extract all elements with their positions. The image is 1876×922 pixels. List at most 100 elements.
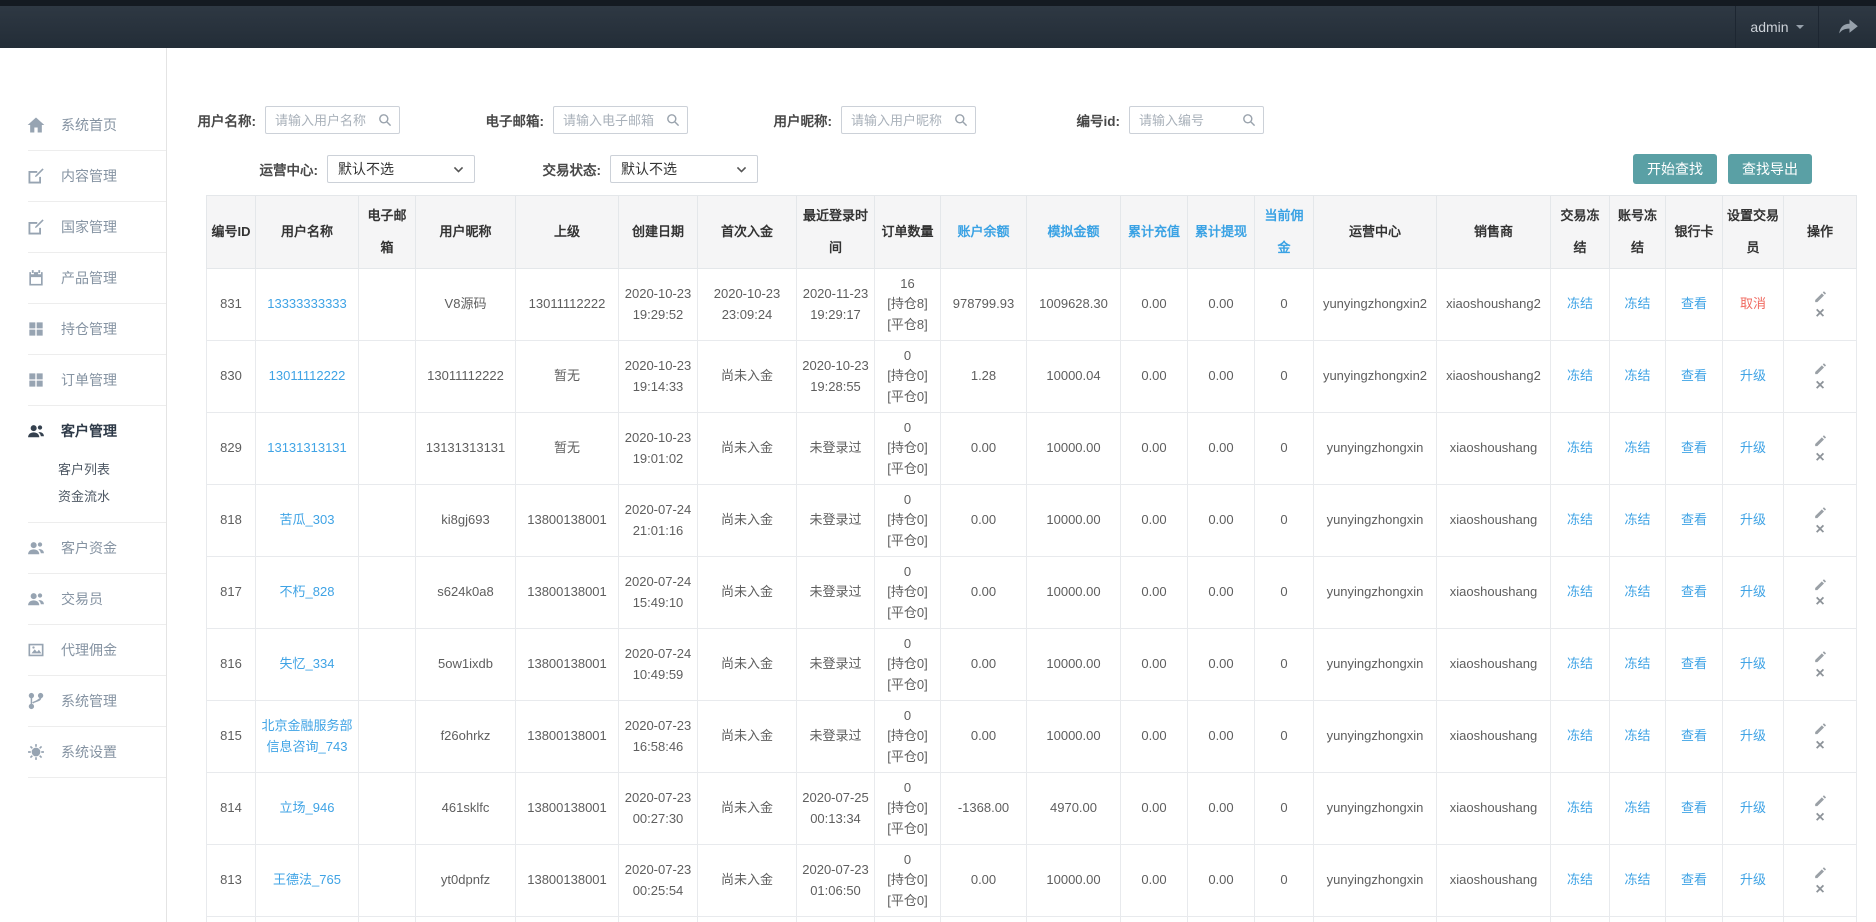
trade-freeze-link[interactable]: 冻结 xyxy=(1567,728,1593,743)
username-link[interactable]: 苦瓜_303 xyxy=(280,512,335,527)
cell-commission: 0 xyxy=(1255,773,1314,845)
filter-row-1: 用户名称: 电子邮箱: 用户昵称: 编号id: xyxy=(186,106,1876,134)
search-icon[interactable] xyxy=(953,112,969,128)
username-link[interactable]: 失忆_334 xyxy=(280,656,335,671)
username-link[interactable]: 13011112222 xyxy=(269,368,346,383)
edit-icon[interactable] xyxy=(1813,289,1828,304)
set-trader-link[interactable]: 取消 xyxy=(1740,296,1766,311)
sidebar-item-users-8[interactable]: 交易员 xyxy=(0,574,166,624)
logout-arrow-button[interactable] xyxy=(1819,6,1876,48)
trade-freeze-link[interactable]: 冻结 xyxy=(1567,872,1593,887)
bank-card-link[interactable]: 查看 xyxy=(1681,872,1707,887)
admin-menu[interactable]: admin xyxy=(1735,6,1819,48)
cell-bank-card: 查看 xyxy=(1666,629,1723,701)
account-freeze-link[interactable]: 冻结 xyxy=(1624,872,1650,887)
set-trader-link[interactable]: 升级 xyxy=(1740,584,1766,599)
cell-orders: 0 [持仓0] [平仓0] xyxy=(875,629,941,701)
bank-card-link[interactable]: 查看 xyxy=(1681,728,1707,743)
trade-freeze-link[interactable]: 冻结 xyxy=(1567,800,1593,815)
set-trader-link[interactable]: 升级 xyxy=(1740,368,1766,383)
bank-card-link[interactable]: 查看 xyxy=(1681,296,1707,311)
search-button[interactable]: 开始查找 xyxy=(1633,154,1717,184)
sidebar-item-calendar-3[interactable]: 产品管理 xyxy=(0,253,166,303)
username-link[interactable]: 不朽_828 xyxy=(280,584,335,599)
status-select[interactable]: 默认不选 xyxy=(610,155,758,183)
account-freeze-link[interactable]: 冻结 xyxy=(1624,584,1650,599)
bank-card-link[interactable]: 查看 xyxy=(1681,512,1707,527)
delete-icon[interactable]: × xyxy=(1815,523,1824,537)
bank-card-link[interactable]: 查看 xyxy=(1681,584,1707,599)
edit-icon[interactable] xyxy=(1813,361,1828,376)
sidebar-item-edit-1[interactable]: 内容管理 xyxy=(0,151,166,201)
username-link[interactable]: 13333333333 xyxy=(267,296,347,311)
account-freeze-link[interactable]: 冻结 xyxy=(1624,728,1650,743)
set-trader-link[interactable]: 升级 xyxy=(1740,512,1766,527)
search-icon[interactable] xyxy=(377,112,393,128)
set-trader-link[interactable]: 升级 xyxy=(1740,728,1766,743)
cell-total-recharge: 0.00 xyxy=(1121,845,1188,917)
username-link[interactable]: 立场_946 xyxy=(280,800,335,815)
sidebar-item-users-7[interactable]: 客户资金 xyxy=(0,523,166,573)
export-button[interactable]: 查找导出 xyxy=(1728,154,1812,184)
set-trader-link[interactable]: 升级 xyxy=(1740,872,1766,887)
cell-first-deposit: 2020-10-23 23:09:24 xyxy=(698,269,797,341)
set-trader-link[interactable]: 升级 xyxy=(1740,656,1766,671)
trade-freeze-link[interactable]: 冻结 xyxy=(1567,368,1593,383)
delete-icon[interactable]: × xyxy=(1815,811,1824,825)
search-icon[interactable] xyxy=(1241,112,1257,128)
trade-freeze-link[interactable]: 冻结 xyxy=(1567,656,1593,671)
sidebar-item-image-9[interactable]: 代理佣金 xyxy=(0,625,166,675)
username-link[interactable]: 王德法_765 xyxy=(273,872,341,887)
sidebar-item-branch-10[interactable]: 系统管理 xyxy=(0,676,166,726)
delete-icon[interactable]: × xyxy=(1815,379,1824,393)
set-trader-link[interactable]: 升级 xyxy=(1740,440,1766,455)
bank-card-link[interactable]: 查看 xyxy=(1681,368,1707,383)
edit-icon[interactable] xyxy=(1813,649,1828,664)
trade-freeze-link[interactable]: 冻结 xyxy=(1567,440,1593,455)
account-freeze-link[interactable]: 冻结 xyxy=(1624,800,1650,815)
edit-icon[interactable] xyxy=(1813,577,1828,592)
delete-icon[interactable]: × xyxy=(1815,595,1824,609)
bank-card-link[interactable]: 查看 xyxy=(1681,440,1707,455)
sidebar-subitem[interactable]: 客户列表 xyxy=(58,456,166,483)
account-freeze-link[interactable]: 冻结 xyxy=(1624,656,1650,671)
cell-bank-card xyxy=(1666,917,1723,922)
delete-icon[interactable]: × xyxy=(1815,739,1824,753)
delete-icon[interactable]: × xyxy=(1815,451,1824,465)
username-link[interactable]: 13131313131 xyxy=(267,440,347,455)
bank-card-link[interactable]: 查看 xyxy=(1681,656,1707,671)
username-link[interactable]: 北京金融服务部信息咨询_743 xyxy=(261,718,352,753)
delete-icon[interactable]: × xyxy=(1815,667,1824,681)
trade-freeze-link[interactable]: 冻结 xyxy=(1567,296,1593,311)
cell-created: 2020-07-23 00:25:54 xyxy=(619,845,698,917)
cell-nickname: ki8gj693 xyxy=(416,485,516,557)
edit-icon[interactable] xyxy=(1813,865,1828,880)
center-select[interactable]: 默认不选 xyxy=(327,155,475,183)
cell-first-deposit: 尚未入金 xyxy=(698,557,797,629)
cell-parent: 13800138001 xyxy=(516,845,619,917)
sidebar-item-users-6[interactable]: 客户管理 xyxy=(0,406,166,456)
trade-freeze-link[interactable]: 冻结 xyxy=(1567,584,1593,599)
bank-card-link[interactable]: 查看 xyxy=(1681,800,1707,815)
sidebar-item-grid-4[interactable]: 持仓管理 xyxy=(0,304,166,354)
edit-icon[interactable] xyxy=(1813,505,1828,520)
sidebar-item-gear-11[interactable]: 系统设置 xyxy=(0,727,166,777)
edit-icon[interactable] xyxy=(1813,721,1828,736)
account-freeze-link[interactable]: 冻结 xyxy=(1624,440,1650,455)
account-freeze-link[interactable]: 冻结 xyxy=(1624,296,1650,311)
sidebar-item-grid-5[interactable]: 订单管理 xyxy=(0,355,166,405)
sidebar-subitem[interactable]: 资金流水 xyxy=(58,483,166,510)
sidebar-item-home-0[interactable]: 系统首页 xyxy=(0,100,166,150)
search-icon[interactable] xyxy=(665,112,681,128)
trade-freeze-link[interactable]: 冻结 xyxy=(1567,512,1593,527)
account-freeze-link[interactable]: 冻结 xyxy=(1624,512,1650,527)
edit-icon[interactable] xyxy=(1813,433,1828,448)
delete-icon[interactable]: × xyxy=(1815,883,1824,897)
cell-orders: 0 [持仓0] [平仓0] xyxy=(875,413,941,485)
delete-icon[interactable]: × xyxy=(1815,307,1824,321)
set-trader-link[interactable]: 升级 xyxy=(1740,800,1766,815)
sidebar-item-edit-2[interactable]: 国家管理 xyxy=(0,202,166,252)
edit-icon[interactable] xyxy=(1813,793,1828,808)
account-freeze-link[interactable]: 冻结 xyxy=(1624,368,1650,383)
cell-parent: 13011112222 xyxy=(516,269,619,341)
